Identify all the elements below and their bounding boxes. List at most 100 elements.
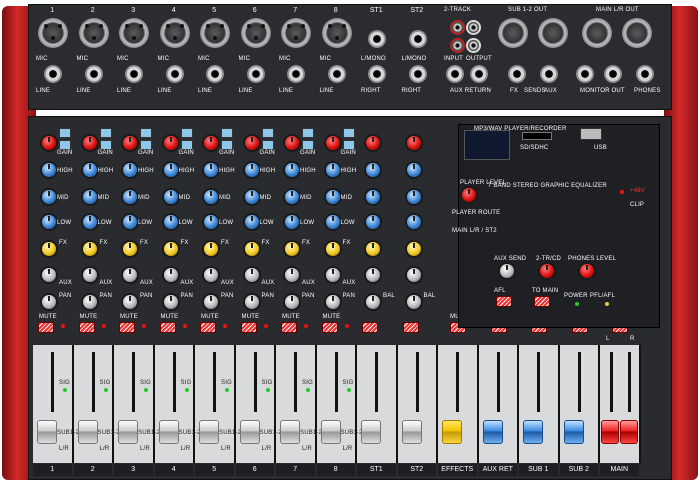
- line-input-jack[interactable]: [44, 65, 62, 83]
- xlr-mic-input[interactable]: [200, 18, 230, 48]
- line-switch-button[interactable]: [99, 140, 112, 150]
- gain-knob[interactable]: [325, 136, 340, 150]
- stereo-left-jack[interactable]: [368, 30, 386, 48]
- pad-button[interactable]: [302, 128, 314, 138]
- eq-mid-knob[interactable]: [42, 190, 56, 204]
- pan-knob[interactable]: [163, 295, 178, 309]
- eq-high-knob[interactable]: [204, 163, 218, 177]
- aux-send-knob[interactable]: [325, 268, 340, 282]
- aux-send-knob[interactable]: [204, 268, 218, 282]
- phones-level-knob[interactable]: [580, 264, 594, 278]
- pan-knob[interactable]: [244, 295, 259, 309]
- effects-return-fader[interactable]: [442, 420, 462, 444]
- pad-button[interactable]: [261, 128, 274, 138]
- stereo-fx-knob[interactable]: [406, 242, 421, 256]
- line-input-jack[interactable]: [246, 65, 265, 83]
- eq-high-knob[interactable]: [123, 163, 137, 177]
- fx-send-knob[interactable]: [325, 242, 340, 256]
- aux-send-master-knob[interactable]: [500, 264, 514, 278]
- stereo-fader[interactable]: [361, 420, 381, 444]
- monitor-out-l-jack[interactable]: [576, 65, 594, 83]
- fx-send-knob[interactable]: [285, 242, 299, 256]
- line-switch-button[interactable]: [342, 140, 355, 150]
- eq-mid-knob[interactable]: [204, 190, 218, 204]
- eq-high-knob[interactable]: [163, 163, 178, 177]
- eq-low-knob[interactable]: [325, 215, 340, 229]
- eq-mid-knob[interactable]: [244, 190, 259, 204]
- xlr-mic-input[interactable]: [240, 18, 271, 48]
- aux-send-jack[interactable]: [540, 65, 558, 83]
- two-track-in-r[interactable]: [452, 40, 463, 51]
- eq-low-knob[interactable]: [204, 215, 218, 229]
- stereo-fader[interactable]: [401, 420, 422, 444]
- aux-send-knob[interactable]: [123, 268, 137, 282]
- usb-port[interactable]: [580, 128, 602, 140]
- pan-knob[interactable]: [285, 295, 299, 309]
- fx-send-knob[interactable]: [244, 242, 259, 256]
- xlr-mic-input[interactable]: [119, 18, 149, 48]
- to-main-button[interactable]: [534, 296, 550, 307]
- eq-mid-knob[interactable]: [123, 190, 137, 204]
- sub2-out-xlr[interactable]: [538, 18, 568, 48]
- channel-fader[interactable]: [239, 420, 260, 444]
- main-r-out-xlr[interactable]: [622, 18, 652, 48]
- monitor-out-r-jack[interactable]: [604, 65, 622, 83]
- pad-button[interactable]: [99, 128, 112, 138]
- main-l-out-xlr[interactable]: [582, 18, 612, 48]
- aux-send-knob[interactable]: [82, 268, 97, 282]
- mute-button[interactable]: [38, 322, 54, 333]
- gain-knob[interactable]: [163, 136, 178, 150]
- stereo-aux-knob[interactable]: [406, 268, 421, 282]
- stereo-mute-button[interactable]: [402, 322, 419, 333]
- mute-button[interactable]: [240, 322, 257, 333]
- line-switch-button[interactable]: [302, 140, 314, 150]
- aux-send-knob[interactable]: [244, 268, 259, 282]
- stereo-eq-high-knob[interactable]: [366, 163, 380, 177]
- xlr-mic-input[interactable]: [38, 18, 68, 48]
- eq-low-knob[interactable]: [82, 215, 97, 229]
- line-switch-button[interactable]: [59, 140, 71, 150]
- gain-knob[interactable]: [42, 136, 56, 150]
- stereo-aux-knob[interactable]: [366, 268, 380, 282]
- fx-send-jack[interactable]: [508, 65, 526, 83]
- mute-button[interactable]: [119, 322, 135, 333]
- stereo-mute-button[interactable]: [362, 322, 378, 333]
- channel-fader[interactable]: [77, 420, 98, 444]
- sub1-fader[interactable]: [523, 420, 543, 444]
- balance-knob[interactable]: [406, 295, 421, 309]
- pan-knob[interactable]: [123, 295, 137, 309]
- main-l-fader[interactable]: [601, 420, 619, 444]
- player-level-knob[interactable]: [462, 188, 476, 202]
- xlr-mic-input[interactable]: [159, 18, 190, 48]
- gain-knob[interactable]: [123, 136, 137, 150]
- two-track-out-r[interactable]: [468, 40, 479, 51]
- eq-mid-knob[interactable]: [82, 190, 97, 204]
- eq-low-knob[interactable]: [42, 215, 56, 229]
- pad-button[interactable]: [59, 128, 71, 138]
- fx-send-knob[interactable]: [204, 242, 218, 256]
- channel-fader[interactable]: [118, 420, 138, 444]
- stereo-right-jack[interactable]: [368, 65, 386, 83]
- line-switch-button[interactable]: [221, 140, 233, 150]
- channel-fader[interactable]: [158, 420, 179, 444]
- line-input-jack[interactable]: [327, 65, 346, 83]
- aux-return-l-jack[interactable]: [446, 65, 464, 83]
- pad-button[interactable]: [342, 128, 355, 138]
- xlr-mic-input[interactable]: [281, 18, 311, 48]
- eq-low-knob[interactable]: [285, 215, 299, 229]
- pan-knob[interactable]: [325, 295, 340, 309]
- aux-return-r-jack[interactable]: [470, 65, 488, 83]
- eq-mid-knob[interactable]: [163, 190, 178, 204]
- aux-send-knob[interactable]: [285, 268, 299, 282]
- fx-send-knob[interactable]: [123, 242, 137, 256]
- aux-send-knob[interactable]: [163, 268, 178, 282]
- stereo-fx-knob[interactable]: [366, 242, 380, 256]
- fx-send-knob[interactable]: [82, 242, 97, 256]
- mute-button[interactable]: [200, 322, 216, 333]
- channel-fader[interactable]: [199, 420, 219, 444]
- stereo-gain-knob[interactable]: [406, 136, 421, 150]
- gain-knob[interactable]: [204, 136, 218, 150]
- eq-high-knob[interactable]: [42, 163, 56, 177]
- line-input-jack[interactable]: [206, 65, 224, 83]
- pan-knob[interactable]: [82, 295, 97, 309]
